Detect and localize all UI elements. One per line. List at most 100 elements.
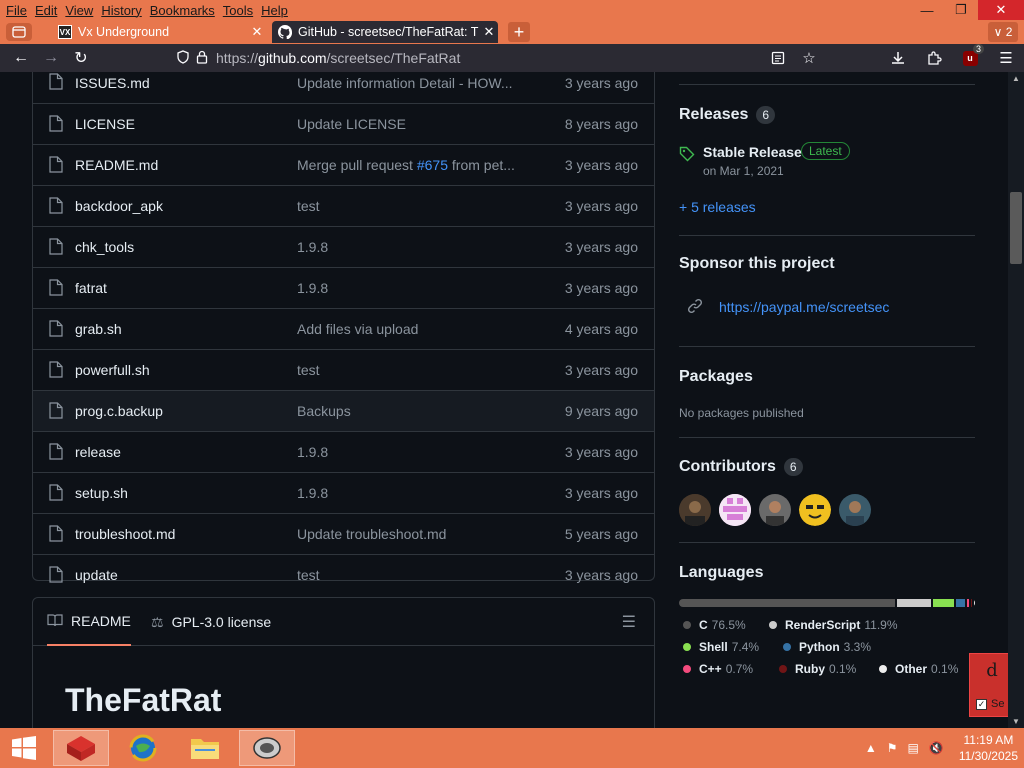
table-row[interactable]: grab.sh Add files via upload 4 years ago	[33, 308, 654, 349]
extensions-button[interactable]	[916, 44, 952, 72]
commit-message[interactable]: 1.9.8	[297, 485, 328, 501]
commit-message[interactable]: Update information Detail - HOW...	[297, 75, 513, 91]
commit-message[interactable]: Backups	[297, 403, 351, 419]
commit-message[interactable]: test	[297, 362, 320, 378]
menu-bookmarks[interactable]: Bookmarks	[150, 3, 215, 18]
reader-view-button[interactable]	[760, 44, 796, 72]
ublock-button[interactable]: u 3	[952, 44, 988, 72]
clock[interactable]: 11:19 AM 11/30/2025	[959, 732, 1018, 764]
file-name[interactable]: fatrat	[75, 280, 107, 296]
language-cpp[interactable]: C++ 0.7%	[683, 662, 753, 676]
outline-list-icon[interactable]: ☰	[622, 612, 636, 632]
close-tab-icon[interactable]: ✕	[248, 24, 266, 40]
language-c[interactable]: C 76.5%	[683, 618, 746, 632]
table-row[interactable]: chk_tools 1.9.8 3 years ago	[33, 226, 654, 267]
file-name[interactable]: ISSUES.md	[75, 75, 150, 91]
taskbar-app-ie[interactable]	[115, 730, 171, 766]
menu-edit[interactable]: Edit	[35, 3, 57, 18]
tracking-shield-icon[interactable]	[176, 49, 190, 67]
commit-message[interactable]: test	[297, 567, 320, 583]
commit-message[interactable]: 1.9.8	[297, 239, 328, 255]
scroll-down-icon[interactable]: ▼	[1012, 717, 1020, 726]
lock-icon[interactable]	[196, 50, 208, 67]
taskbar-app-tool[interactable]	[53, 730, 109, 766]
back-button[interactable]: ←	[6, 44, 36, 72]
menu-file[interactable]: File	[6, 3, 27, 18]
table-row[interactable]: setup.sh 1.9.8 3 years ago	[33, 472, 654, 513]
firefox-view-button[interactable]	[6, 23, 32, 41]
tab-readme[interactable]: README	[47, 598, 131, 646]
file-name[interactable]: backdoor_apk	[75, 198, 163, 214]
avatar[interactable]	[679, 494, 711, 526]
table-row[interactable]: ISSUES.md Update information Detail - HOW…	[33, 72, 654, 103]
file-name[interactable]: update	[75, 567, 118, 583]
avatar[interactable]	[839, 494, 871, 526]
file-name[interactable]: troubleshoot.md	[75, 526, 175, 542]
menu-history[interactable]: History	[101, 3, 141, 18]
scrollbar-thumb[interactable]	[1010, 192, 1022, 264]
commit-message[interactable]: Merge pull request #675 from pet...	[297, 157, 515, 173]
table-row[interactable]: powerfull.sh test 3 years ago	[33, 349, 654, 390]
release-name[interactable]: Stable Release	[703, 144, 802, 160]
action-center-flag-icon[interactable]: ⚑	[887, 741, 898, 755]
taskbar-app-explorer[interactable]	[177, 730, 233, 766]
overlay-checkbox[interactable]: ✓ Se	[976, 698, 1004, 710]
pull-request-link[interactable]: #675	[417, 157, 448, 173]
file-name[interactable]: prog.c.backup	[75, 403, 163, 419]
close-window-button[interactable]: ✕	[978, 0, 1024, 20]
packages-heading[interactable]: Packages	[679, 368, 753, 386]
releases-heading[interactable]: Releases 6	[679, 106, 776, 124]
table-row[interactable]: prog.c.backup Backups 9 years ago	[33, 390, 654, 431]
tab-github[interactable]: GitHub - screetsec/TheFatRat: T ✕	[272, 21, 498, 43]
commit-message[interactable]: Update LICENSE	[297, 116, 406, 132]
url-bar[interactable]: https://github.com/screetsec/TheFatRat	[176, 47, 758, 69]
page-scrollbar[interactable]: ▲ ▼	[1008, 72, 1024, 728]
menu-help[interactable]: Help	[261, 3, 288, 18]
language-ruby[interactable]: Ruby 0.1%	[779, 662, 856, 676]
reload-button[interactable]: ↻	[66, 44, 96, 72]
start-button[interactable]	[0, 728, 48, 768]
table-row[interactable]: update test 3 years ago	[33, 554, 654, 595]
table-row[interactable]: troubleshoot.md Update troubleshoot.md 5 y…	[33, 513, 654, 554]
network-icon[interactable]: ▤	[908, 741, 919, 755]
downloads-button[interactable]	[880, 44, 916, 72]
avatar[interactable]	[759, 494, 791, 526]
file-name[interactable]: LICENSE	[75, 116, 135, 132]
table-row[interactable]: LICENSE Update LICENSE 8 years ago	[33, 103, 654, 144]
table-row[interactable]: release 1.9.8 3 years ago	[33, 431, 654, 472]
tab-license[interactable]: ⚖ GPL-3.0 license	[151, 598, 271, 646]
show-hidden-icons-icon[interactable]: ▲	[865, 741, 877, 755]
menu-view[interactable]: View	[65, 3, 93, 18]
file-name[interactable]: grab.sh	[75, 321, 122, 337]
more-releases-link[interactable]: + 5 releases	[679, 199, 756, 215]
commit-message[interactable]: Add files via upload	[297, 321, 418, 337]
app-menu-button[interactable]: ☰	[988, 44, 1024, 72]
bookmark-star-button[interactable]: ☆	[796, 44, 822, 72]
file-name[interactable]: chk_tools	[75, 239, 134, 255]
table-row[interactable]: fatrat 1.9.8 3 years ago	[33, 267, 654, 308]
list-all-tabs-button[interactable]: ∨ 2	[988, 22, 1018, 42]
file-name[interactable]: README.md	[75, 157, 158, 173]
taskbar-app-firefox[interactable]	[239, 730, 295, 766]
close-tab-icon[interactable]: ✕	[480, 24, 498, 40]
restore-button[interactable]: ❐	[944, 0, 978, 20]
language-python[interactable]: Python 3.3%	[783, 640, 871, 654]
table-row[interactable]: backdoor_apk test 3 years ago	[33, 185, 654, 226]
contributors-heading[interactable]: Contributors 6	[679, 458, 803, 476]
commit-message[interactable]: 1.9.8	[297, 280, 328, 296]
file-name[interactable]: setup.sh	[75, 485, 128, 501]
commit-message[interactable]: Update troubleshoot.md	[297, 526, 446, 542]
scroll-up-icon[interactable]: ▲	[1012, 74, 1020, 83]
language-renderscript[interactable]: RenderScript 11.9%	[769, 618, 898, 632]
overlay-widget[interactable]: d ✓ Se	[969, 653, 1008, 717]
table-row[interactable]: README.md Merge pull request #675 from pe…	[33, 144, 654, 185]
avatar[interactable]	[799, 494, 831, 526]
commit-message[interactable]: test	[297, 198, 320, 214]
avatar[interactable]	[719, 494, 751, 526]
tab-vx-underground[interactable]: VX Vx Underground ✕	[52, 21, 266, 43]
forward-button[interactable]: →	[36, 44, 66, 72]
commit-message[interactable]: 1.9.8	[297, 444, 328, 460]
file-name[interactable]: release	[75, 444, 121, 460]
sponsor-link[interactable]: https://paypal.me/screetsec	[719, 299, 889, 315]
language-shell[interactable]: Shell 7.4%	[683, 640, 759, 654]
